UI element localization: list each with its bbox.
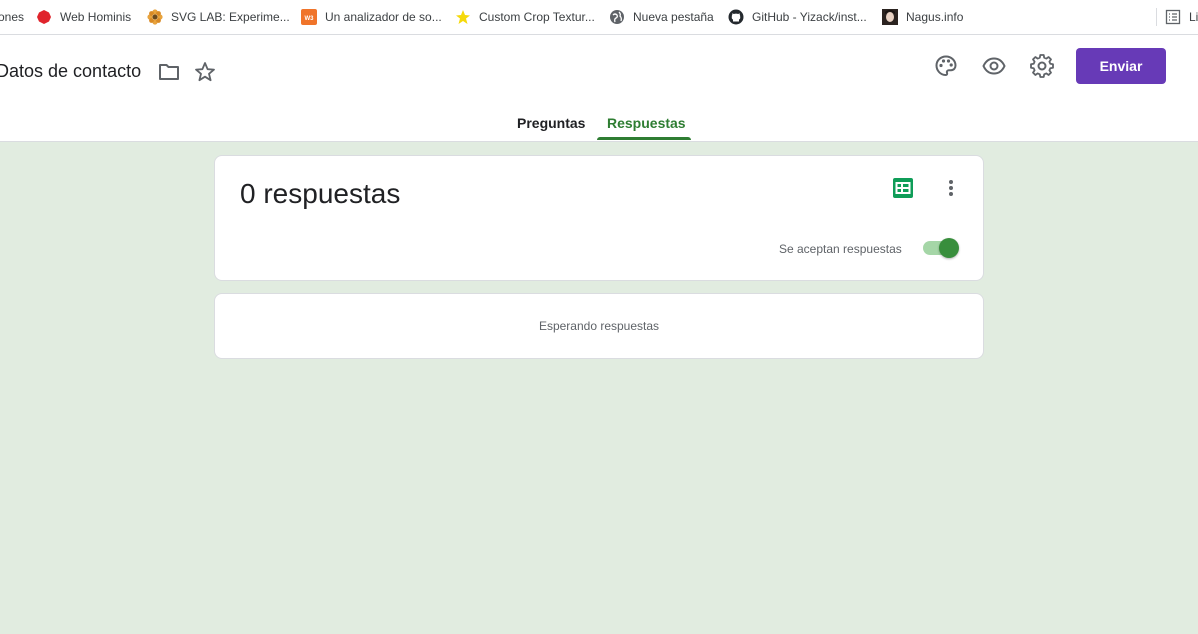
- bookmark-label: Web Hominis: [60, 10, 132, 24]
- bookmark-nueva-pestana[interactable]: Nueva pestaña: [609, 0, 714, 34]
- bookmark-web-hominis[interactable]: Web Hominis: [36, 0, 131, 34]
- tab-respuestas[interactable]: Respuestas: [607, 115, 686, 131]
- avatar-icon: [882, 9, 898, 25]
- globe-icon: [610, 10, 624, 24]
- bookmark-svg-lab[interactable]: SVG LAB: Experime...: [147, 0, 290, 34]
- more-options-icon[interactable]: [943, 176, 959, 200]
- w3-icon: W3: [301, 9, 317, 25]
- responses-summary-card: 0 respuestas Se aceptan respuestas: [214, 155, 984, 281]
- responses-count: 0 respuestas: [240, 178, 401, 209]
- bookmarks-bar: ones Web Hominis SVG LAB: Experime... W3…: [0, 0, 1198, 35]
- palette-icon[interactable]: [934, 54, 958, 78]
- star-icon[interactable]: [193, 60, 217, 84]
- flower-icon: [147, 9, 163, 25]
- toggle-knob: [939, 238, 959, 258]
- eye-icon[interactable]: [982, 54, 1006, 78]
- send-button[interactable]: Enviar: [1076, 48, 1166, 84]
- sheets-icon[interactable]: [893, 178, 913, 198]
- bookmark-custom-crop[interactable]: Custom Crop Textur...: [455, 0, 595, 34]
- bookmark-label: Nagus.info: [906, 10, 964, 24]
- gear-icon[interactable]: [1030, 54, 1054, 78]
- reading-list[interactable]: Lis: [1156, 8, 1198, 26]
- bookmark-label: Un analizador de so...: [325, 10, 442, 24]
- bookmark-github[interactable]: GitHub - Yizack/inst...: [728, 0, 867, 34]
- bookmark-label: SVG LAB: Experime...: [171, 10, 290, 24]
- waiting-responses-text: Esperando respuestas: [538, 319, 660, 333]
- accepting-responses-label: Se aceptan respuestas: [779, 242, 902, 256]
- waiting-responses-card: Esperando respuestas: [214, 293, 984, 359]
- svg-text:W3: W3: [305, 16, 315, 22]
- active-tab-indicator: [597, 137, 691, 140]
- tab-preguntas[interactable]: Preguntas: [517, 115, 585, 131]
- yellow-star-icon: [456, 10, 470, 24]
- page-title[interactable]: Datos de contacto: [0, 61, 141, 82]
- reading-list-icon: [1165, 9, 1181, 25]
- form-header: Datos de contacto Enviar Preguntas Respu…: [0, 35, 1198, 142]
- bookmark-label: Custom Crop Textur...: [479, 10, 595, 24]
- bookmark-label: GitHub - Yizack/inst...: [752, 10, 867, 24]
- accepting-responses-toggle[interactable]: [921, 238, 961, 258]
- reading-list-label: Lis: [1189, 10, 1198, 24]
- bookmark-item[interactable]: ones: [0, 0, 24, 34]
- bookmark-label: ones: [0, 10, 25, 24]
- red-circle-icon: [37, 10, 51, 24]
- bookmark-analizador[interactable]: W3 Un analizador de so...: [301, 0, 442, 34]
- github-icon: [728, 9, 744, 25]
- bookmark-label: Nueva pestaña: [633, 10, 714, 24]
- bookmark-nagus[interactable]: Nagus.info: [882, 0, 963, 34]
- folder-icon[interactable]: [157, 60, 181, 84]
